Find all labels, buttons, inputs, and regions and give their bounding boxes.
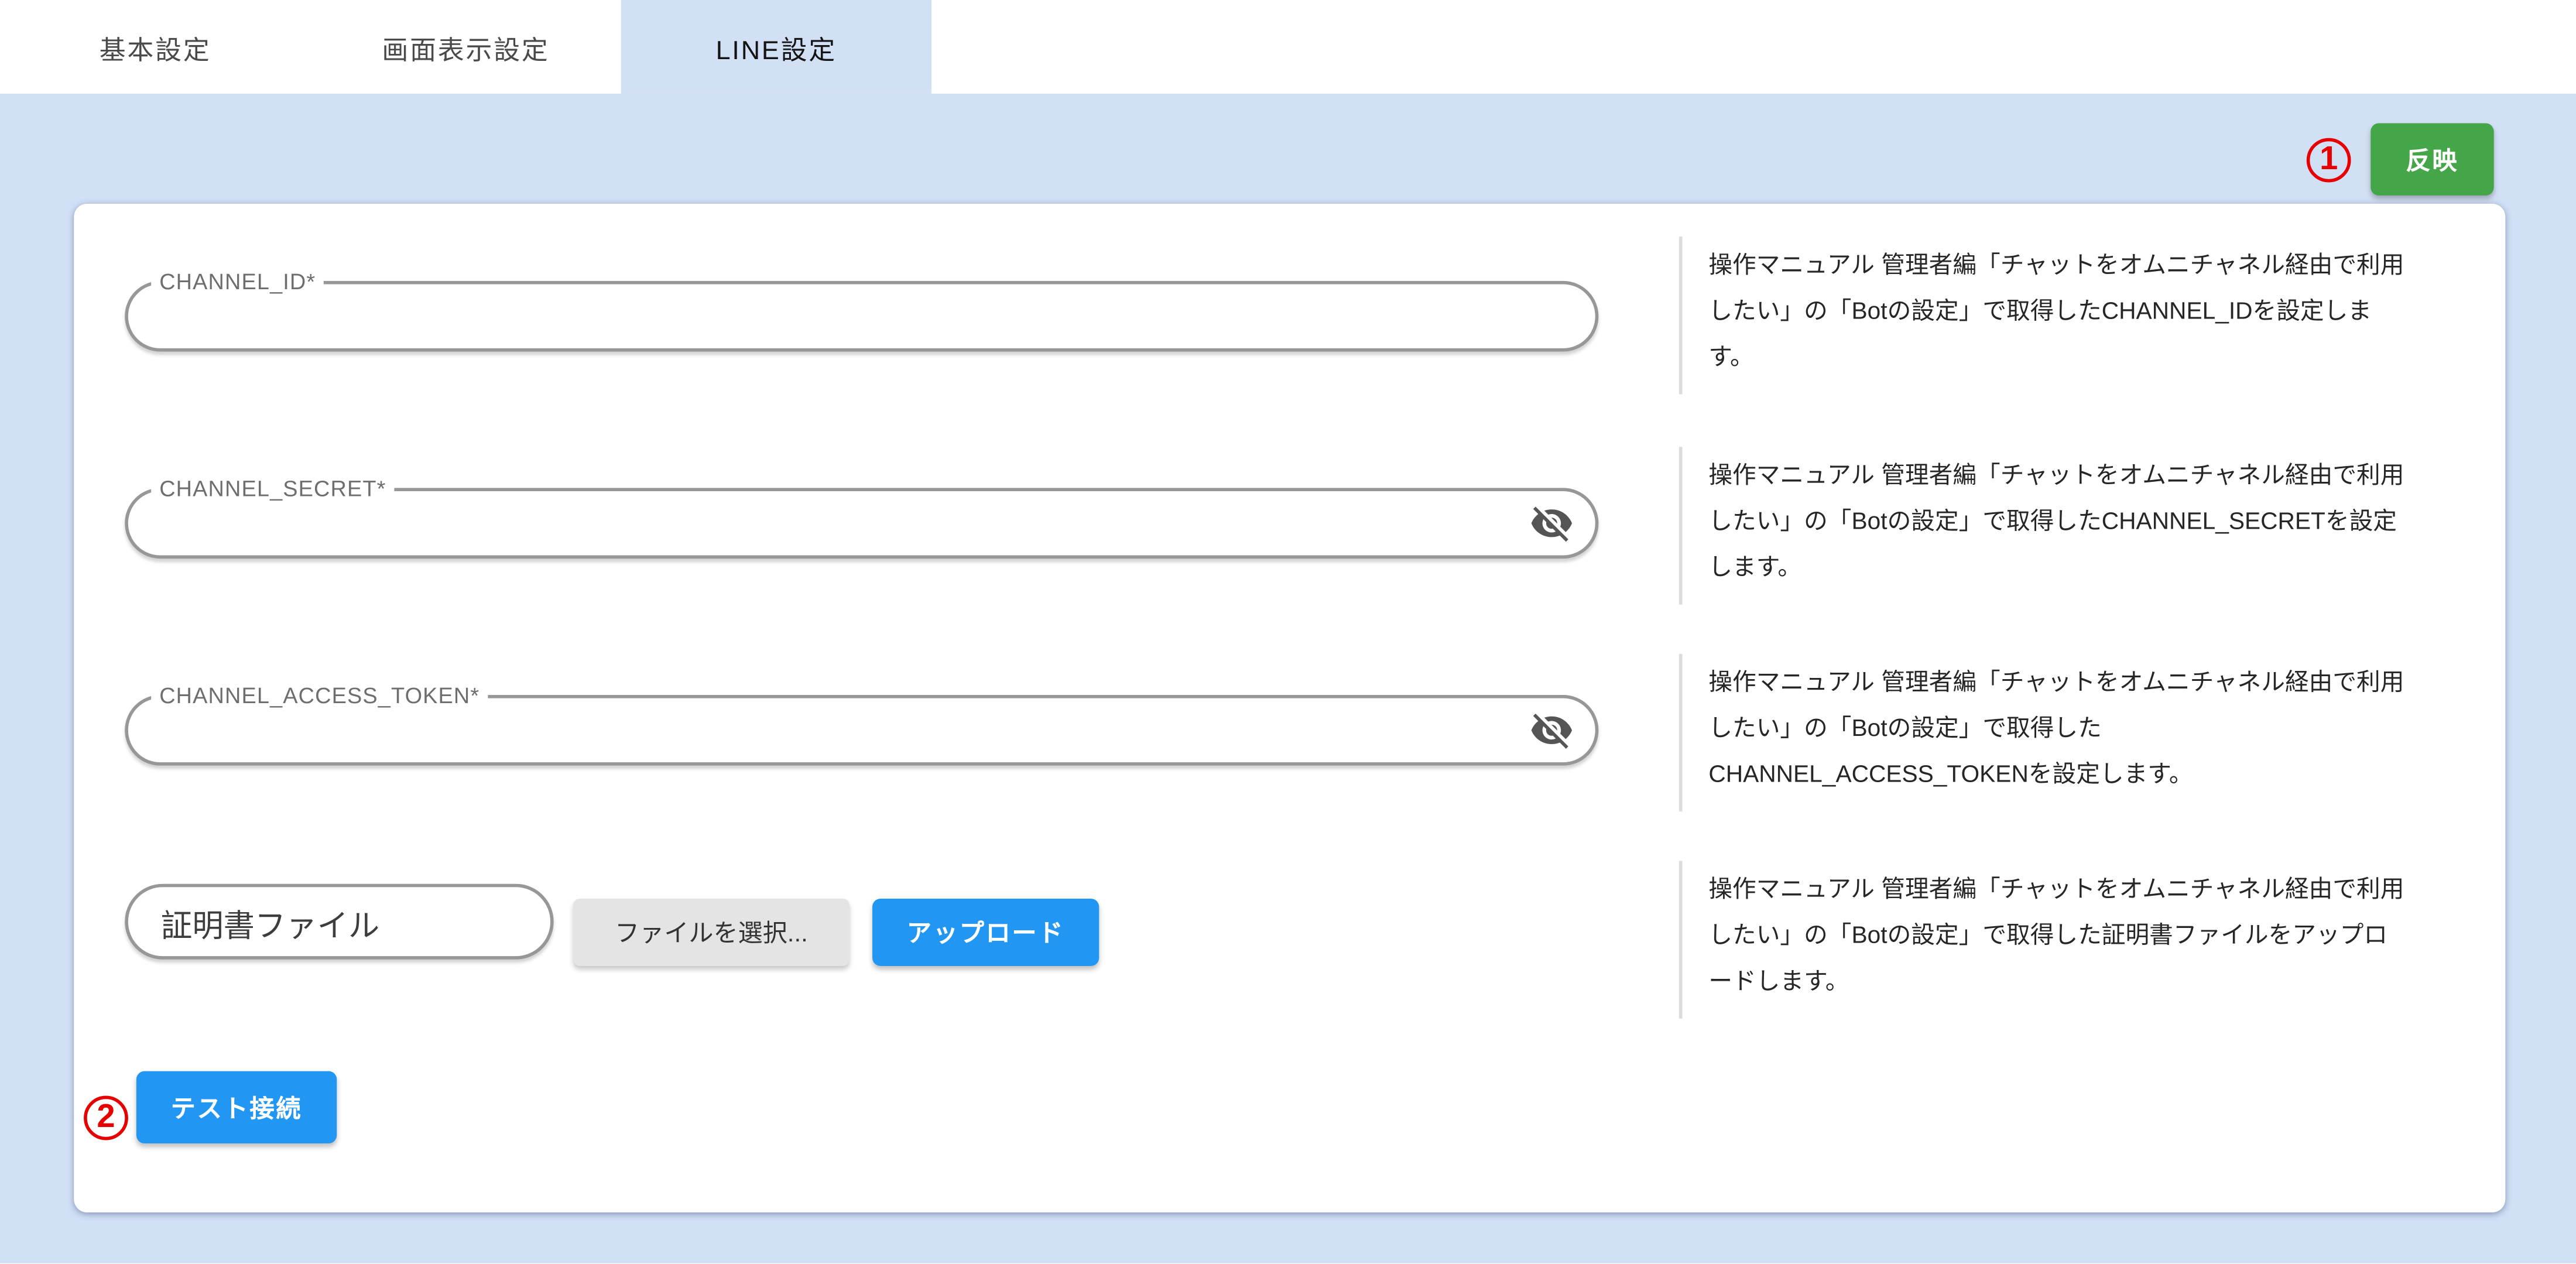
settings-card: CHANNEL_ID* 操作マニュアル 管理者編「チャットをオムニチャネル経由で…: [74, 204, 2505, 1212]
tab-display-settings[interactable]: 画面表示設定: [310, 0, 621, 94]
settings-tabbar: 基本設定 画面表示設定 LINE設定: [0, 0, 2576, 94]
annotation-circle-2: 2: [84, 1096, 128, 1140]
certificate-file-input[interactable]: [157, 892, 526, 955]
channel-secret-field: CHANNEL_SECRET*: [125, 488, 1598, 559]
channel-secret-help-text: 操作マニュアル 管理者編「チャットをオムニチャネル経由で利用したい」の「Botの…: [1679, 447, 2407, 604]
certificate-help-text: 操作マニュアル 管理者編「チャットをオムニチャネル経由で利用したい」の「Botの…: [1679, 861, 2407, 1018]
channel-access-token-help-text: 操作マニュアル 管理者編「チャットをオムニチャネル経由で利用したい」の「Botの…: [1679, 654, 2407, 811]
channel-id-field: CHANNEL_ID*: [125, 281, 1598, 352]
channel-secret-input[interactable]: [157, 495, 1511, 556]
visibility-off-icon: [1529, 708, 1574, 752]
channel-secret-visibility-toggle[interactable]: [1529, 501, 1574, 546]
visibility-off-icon: [1529, 501, 1574, 546]
apply-button[interactable]: 反映: [2371, 123, 2493, 195]
channel-access-token-field: CHANNEL_ACCESS_TOKEN*: [125, 695, 1598, 766]
line-settings-page: 基本設定 画面表示設定 LINE設定 反映 1 CHANNEL_ID* 操作マニ…: [0, 0, 2576, 1264]
channel-id-help-text: 操作マニュアル 管理者編「チャットをオムニチャネル経由で利用したい」の「Botの…: [1679, 237, 2407, 394]
upload-button[interactable]: アップロード: [872, 899, 1099, 966]
channel-id-input[interactable]: [157, 287, 1511, 348]
annotation-circle-1: 1: [2307, 138, 2351, 183]
channel-access-token-visibility-toggle[interactable]: [1529, 708, 1574, 752]
tab-line-settings[interactable]: LINE設定: [621, 0, 931, 94]
channel-access-token-input[interactable]: [157, 701, 1511, 762]
tab-basic-settings[interactable]: 基本設定: [0, 0, 310, 94]
certificate-file-field: [125, 884, 553, 960]
test-connection-button[interactable]: テスト接続: [136, 1071, 337, 1143]
choose-file-button[interactable]: ファイルを選択...: [573, 899, 849, 966]
